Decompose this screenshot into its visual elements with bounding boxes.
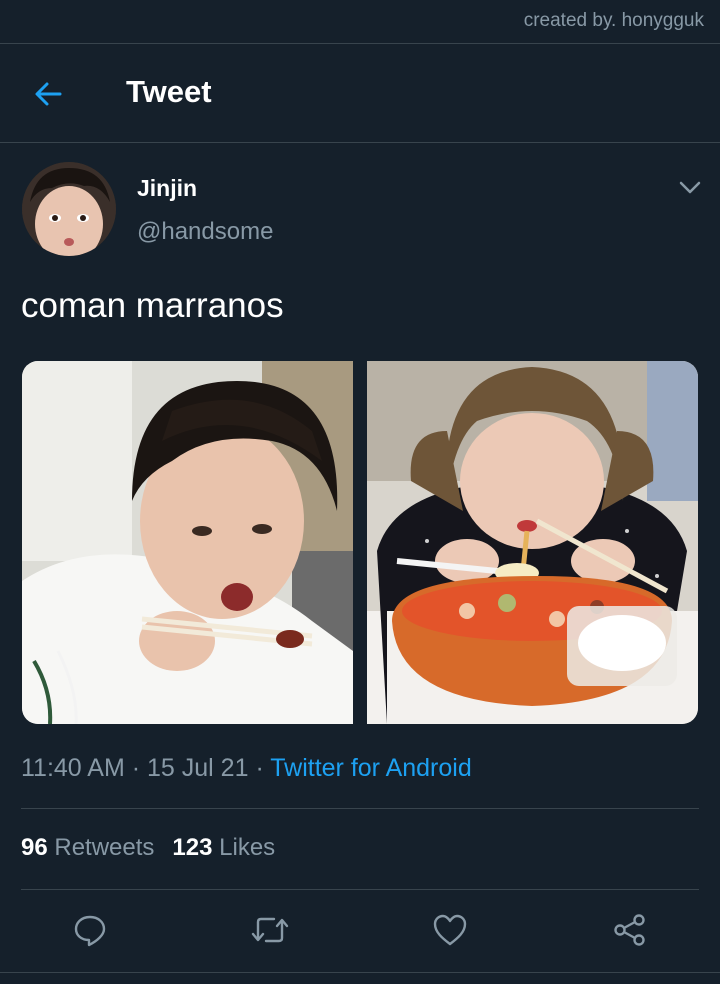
- divider: [21, 889, 699, 890]
- tweet-text: coman marranos: [21, 286, 284, 325]
- retweets-label: Retweets: [54, 834, 155, 861]
- share-icon: [614, 914, 645, 946]
- likes-stat[interactable]: 123 Likes: [172, 834, 275, 861]
- header-bar: Tweet: [0, 44, 720, 142]
- divider: [21, 808, 699, 809]
- likes-label: Likes: [219, 834, 276, 861]
- tweet-timestamp-row: 11:40 AM · 15 Jul 21 · Twitter for Andro…: [21, 754, 472, 783]
- reply-button[interactable]: [70, 910, 110, 950]
- tweet-source-link[interactable]: Twitter for Android: [270, 754, 471, 782]
- tweet-photo-2[interactable]: [367, 361, 698, 724]
- divider: [0, 142, 720, 143]
- watermark-credit: created by. honygguk: [523, 10, 704, 31]
- tweet-stats-row: 96 Retweets 123 Likes: [21, 834, 275, 862]
- separator-dot: ·: [255, 754, 264, 782]
- reply-icon: [74, 915, 106, 947]
- retweets-stat[interactable]: 96 Retweets: [21, 834, 154, 861]
- separator-dot: ·: [131, 754, 141, 782]
- chevron-down-icon: [679, 181, 701, 194]
- tweet-date: 15 Jul 21: [147, 754, 249, 782]
- share-button[interactable]: [610, 910, 650, 950]
- tweet-photo-1[interactable]: [22, 361, 353, 724]
- arrow-left-icon: [35, 82, 62, 106]
- user-handle[interactable]: @handsome: [137, 218, 273, 246]
- page-title: Tweet: [126, 74, 212, 109]
- retweet-button[interactable]: [250, 910, 290, 950]
- tweet-time: 11:40 AM: [21, 754, 125, 782]
- retweet-icon: [251, 917, 289, 943]
- heart-icon: [433, 914, 467, 946]
- likes-count: 123: [172, 834, 213, 861]
- display-name[interactable]: Jinjin: [137, 175, 197, 202]
- more-options-button[interactable]: [674, 174, 706, 202]
- tweet-detail-page: created by. honygguk Tweet Jinjin @hands…: [0, 0, 720, 984]
- back-button[interactable]: [28, 74, 68, 114]
- divider: [0, 972, 720, 973]
- like-button[interactable]: [430, 910, 470, 950]
- retweets-count: 96: [21, 834, 48, 861]
- avatar[interactable]: [22, 162, 116, 256]
